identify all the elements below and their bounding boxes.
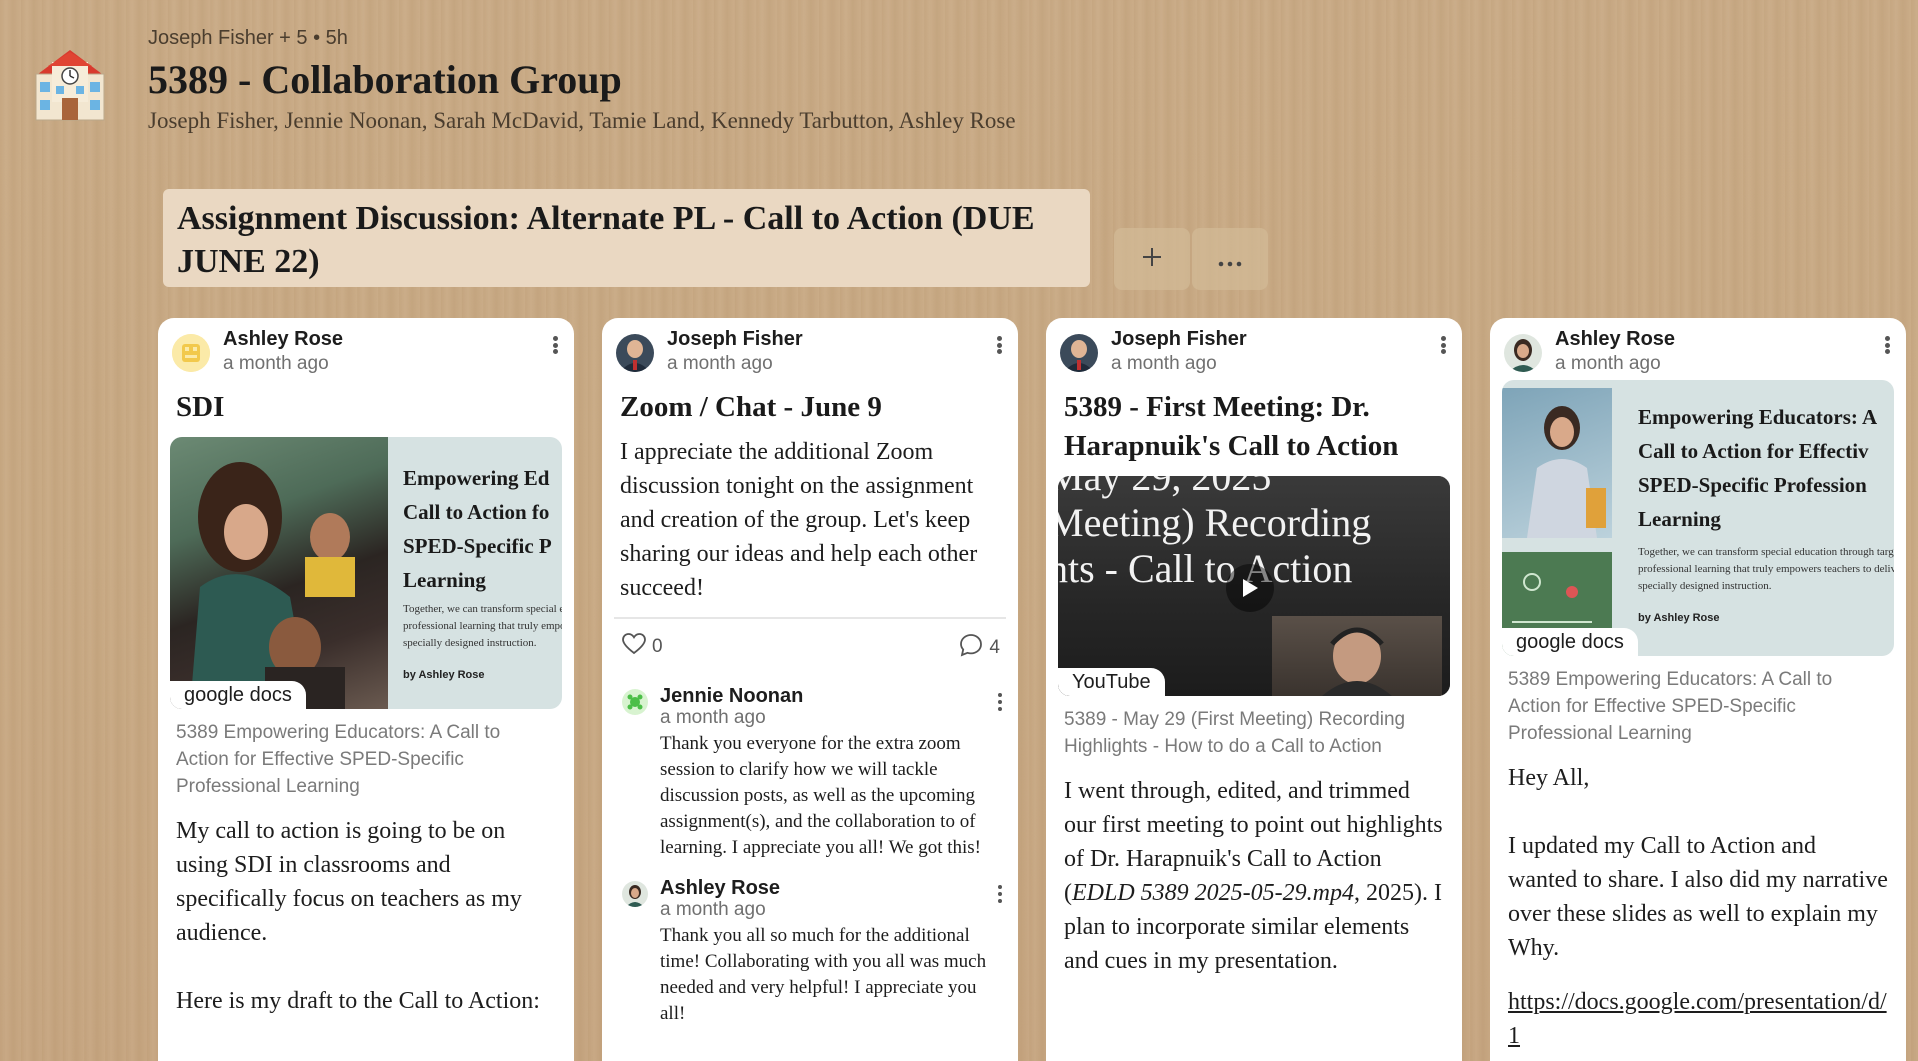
post-time: a month ago — [223, 353, 329, 374]
doc-thumbnail-photo — [1502, 388, 1612, 538]
comment-menu-icon[interactable] — [994, 691, 1006, 713]
post-body: Hey All, I updated my Call to Action and… — [1508, 765, 1888, 961]
school-house-icon — [30, 48, 110, 124]
add-post-button[interactable] — [1114, 228, 1190, 290]
attachment-caption[interactable]: 5389 - May 29 (First Meeting) Recording … — [1046, 696, 1462, 760]
comment: Jennie Noonan a month ago Thank you ever… — [602, 685, 1018, 861]
avatar — [1060, 334, 1098, 372]
avatar — [622, 881, 648, 907]
attachment-source-label: google docs — [170, 681, 306, 709]
reaction-bar: 0 4 — [614, 617, 1006, 669]
post-time: a month ago — [1555, 353, 1661, 374]
attachment-source-label: YouTube — [1058, 668, 1165, 696]
comment-menu-icon[interactable] — [994, 883, 1006, 905]
post-card[interactable]: Joseph Fisher a month ago Zoom / Chat - … — [602, 318, 1018, 1061]
comment-text: Thank you all so much for the additional… — [660, 925, 987, 1024]
post-link[interactable]: https://docs.google.com/presentation/d/1 — [1490, 965, 1906, 1053]
post-menu-icon[interactable] — [992, 332, 1006, 358]
google-docs-attachment[interactable]: Empowering Educators: A Call to Action f… — [1502, 380, 1894, 656]
post-title: 5389 - First Meeting: Dr. Harapnuik's Ca… — [1064, 391, 1399, 462]
avatar — [1504, 334, 1542, 372]
comment-time: a month ago — [660, 707, 766, 728]
comment-author: Jennie Noonan — [660, 685, 804, 707]
avatar — [172, 334, 210, 372]
post-menu-icon[interactable] — [548, 332, 562, 358]
avatar — [622, 689, 648, 715]
post-card[interactable]: Ashley Rose a month ago Empowering Educa… — [1490, 318, 1906, 1061]
post-card[interactable]: Joseph Fisher a month ago 5389 - First M… — [1046, 318, 1462, 1061]
attachment-source-label: google docs — [1502, 628, 1638, 656]
play-icon[interactable] — [1226, 564, 1274, 612]
google-docs-attachment[interactable]: Empowering Ed Call to Action fo SPED-Spe… — [170, 437, 562, 709]
post-menu-icon[interactable] — [1880, 332, 1894, 358]
post-menu-icon[interactable] — [1436, 332, 1450, 358]
more-horizontal-icon — [1218, 242, 1242, 276]
doc-thumbnail-photo — [170, 437, 388, 709]
comment-time: a month ago — [660, 899, 766, 920]
attachment-caption[interactable]: 5389 Empowering Educators: A Call to Act… — [158, 709, 574, 800]
post-title: Zoom / Chat - June 9 — [620, 391, 882, 423]
attachment-caption[interactable]: 5389 Empowering Educators: A Call to Act… — [1490, 656, 1906, 747]
like-count: 0 — [652, 636, 663, 657]
post-body: I appreciate the additional Zoom discuss… — [620, 439, 978, 601]
post-time: a month ago — [1111, 353, 1217, 374]
section-title[interactable]: Assignment Discussion: Alternate PL - Ca… — [163, 189, 1090, 287]
post-author: Ashley Rose — [223, 328, 344, 350]
comment-author: Ashley Rose — [660, 877, 781, 899]
post-body: My call to action is going to be on usin… — [176, 818, 540, 1014]
post-author: Ashley Rose — [1555, 328, 1676, 350]
heart-icon — [622, 633, 646, 661]
plus-icon — [1141, 242, 1163, 276]
post-body: I went through, edited, and trimmed our … — [1064, 778, 1443, 974]
avatar — [616, 334, 654, 372]
video-webcam-inset — [1272, 616, 1442, 696]
comment-icon — [959, 633, 983, 663]
post-author: Joseph Fisher — [1111, 328, 1247, 350]
comment-count: 4 — [989, 637, 1000, 658]
post-author: Joseph Fisher — [667, 328, 803, 350]
board-members: Joseph Fisher, Jennie Noonan, Sarah McDa… — [148, 108, 1016, 133]
page-title: 5389 - Collaboration Group — [148, 57, 622, 102]
comment: Ashley Rose a month ago Thank you all so… — [602, 877, 1018, 1027]
post-card[interactable]: Ashley Rose a month ago SDI Empowering E… — [158, 318, 574, 1061]
board-meta: Joseph Fisher + 5 • 5h — [148, 27, 348, 49]
comments-button[interactable]: 4 — [959, 633, 1000, 663]
post-time: a month ago — [667, 353, 773, 374]
post-title: SDI — [176, 391, 225, 423]
like-button[interactable]: 0 — [622, 633, 663, 661]
comment-text: Thank you everyone for the extra zoom se… — [660, 733, 982, 858]
section-more-button[interactable] — [1192, 228, 1268, 290]
youtube-attachment[interactable]: May 29, 2025 Meeting) Recording hts - Ca… — [1058, 476, 1450, 696]
